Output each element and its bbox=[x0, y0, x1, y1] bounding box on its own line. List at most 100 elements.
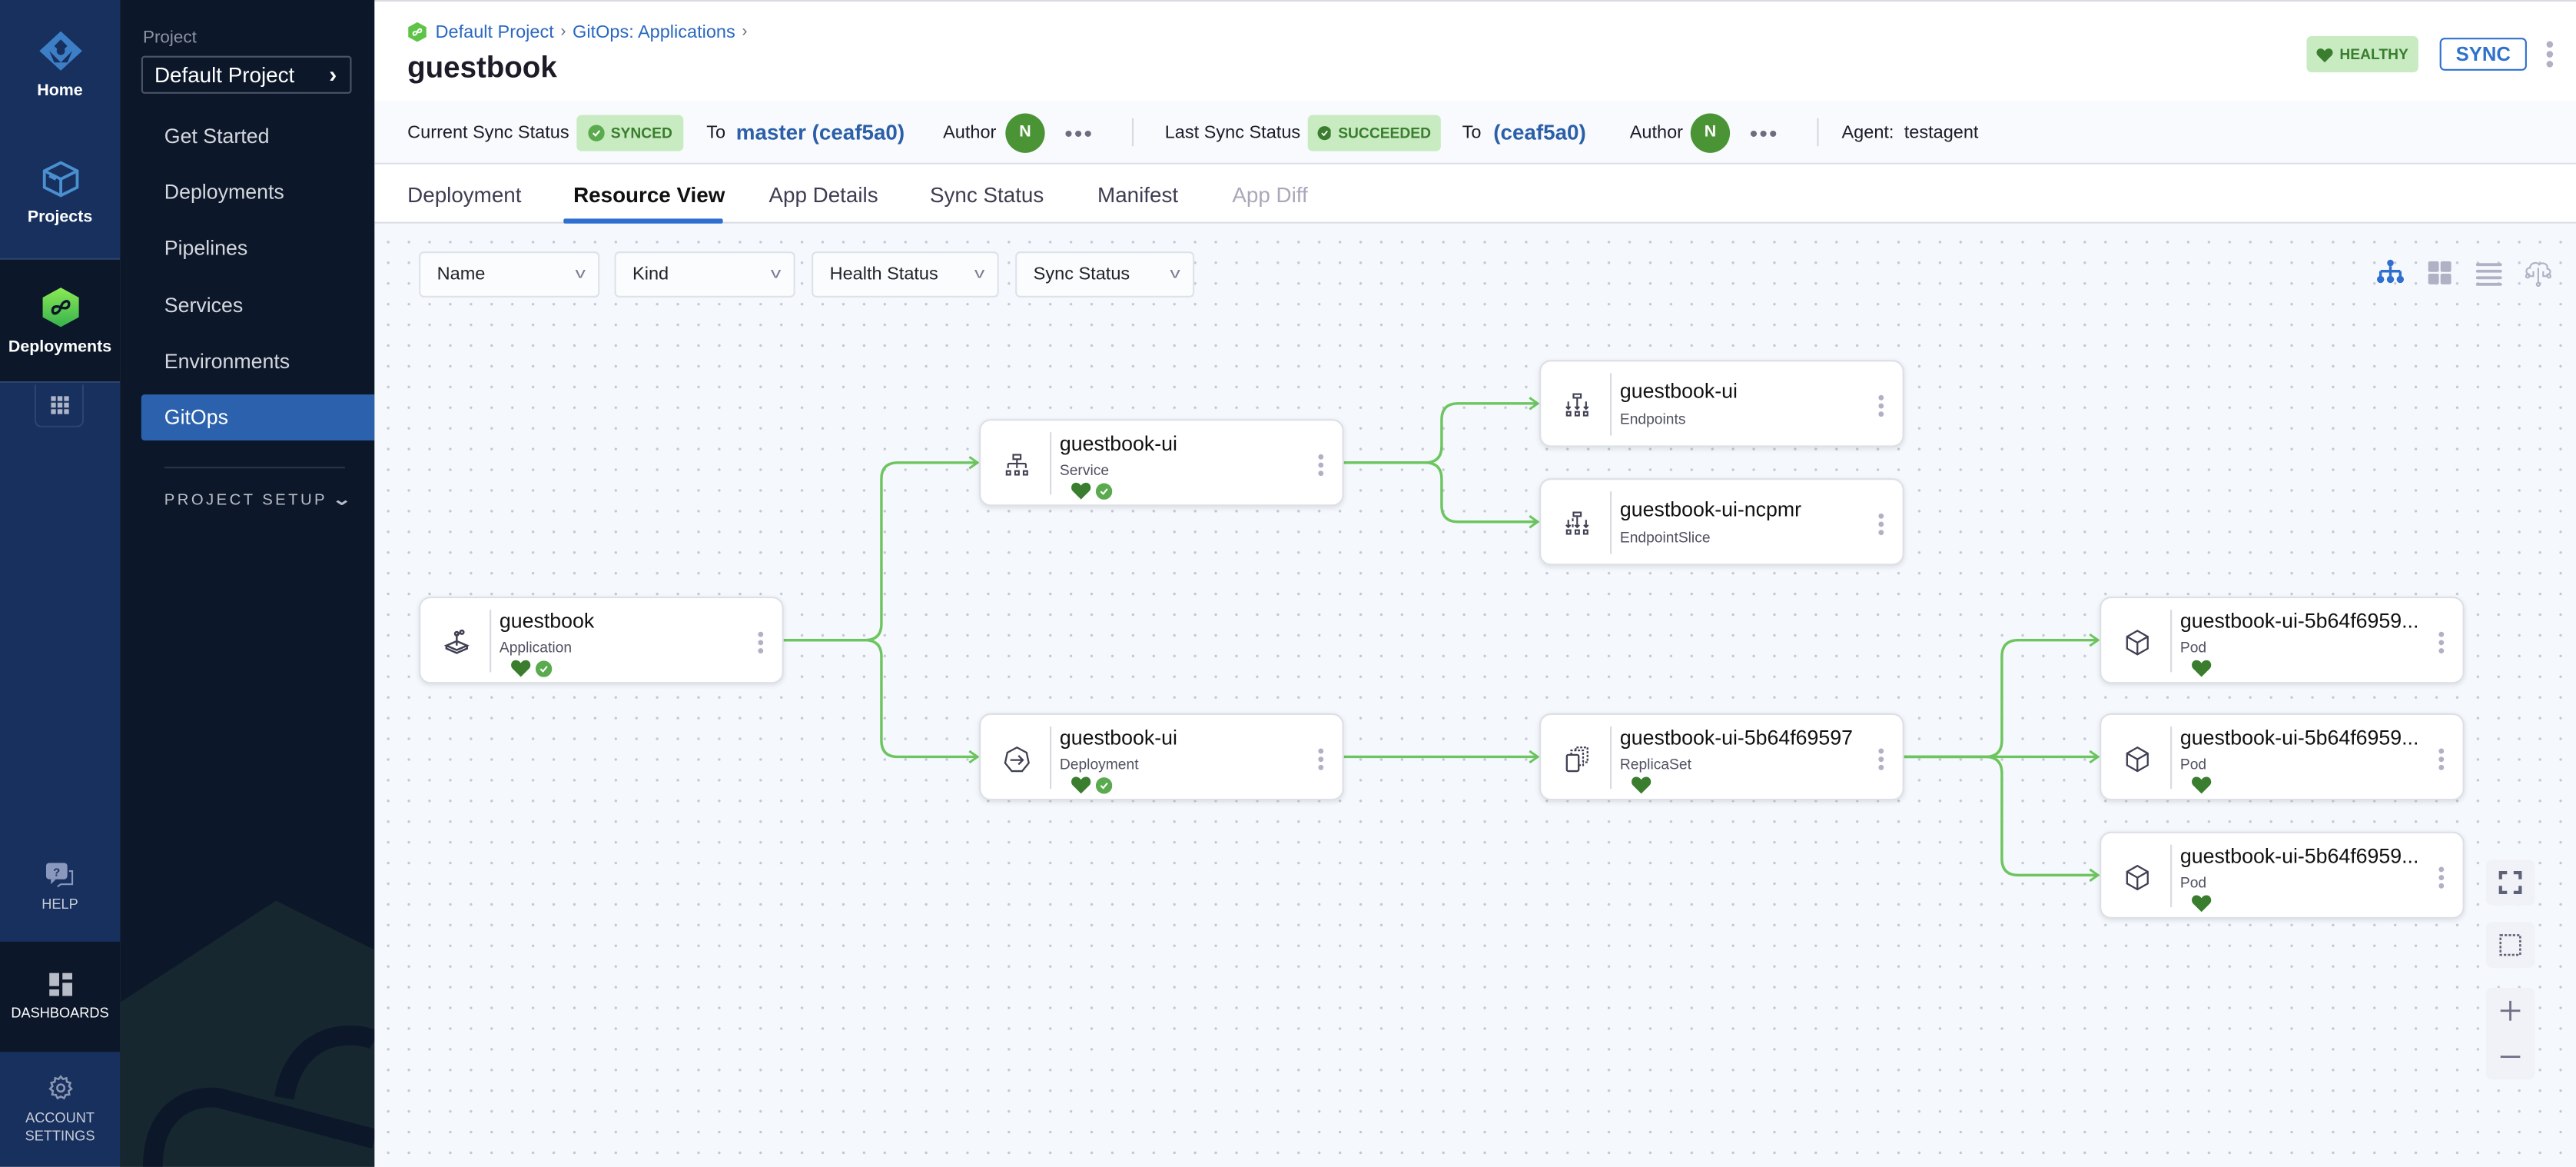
sidebar-item-get-started[interactable]: Get Started bbox=[141, 114, 375, 160]
node-menu-icon[interactable] bbox=[755, 630, 765, 656]
service-icon bbox=[994, 421, 1038, 507]
rail-home-label: Home bbox=[37, 81, 83, 100]
rail-dashboards[interactable]: DASHBOARDS bbox=[0, 941, 121, 1052]
filter-name[interactable]: Name v bbox=[419, 251, 600, 298]
node-kind: Application bbox=[499, 639, 573, 656]
more-dots-icon[interactable]: ••• bbox=[1750, 100, 1779, 164]
deployments-module-icon bbox=[41, 287, 78, 327]
sidebar-item-environments[interactable]: Environments bbox=[141, 338, 375, 384]
sidebar-item-pipelines[interactable]: Pipelines bbox=[141, 225, 375, 271]
node-menu-icon[interactable] bbox=[2436, 630, 2446, 656]
breadcrumb-gitops-applications[interactable]: GitOps: Applications bbox=[573, 22, 735, 42]
edge-app-svc bbox=[783, 461, 978, 642]
node-divider bbox=[1050, 726, 1052, 790]
last-revision-link[interactable]: (ceaf5a0) bbox=[1493, 100, 1586, 164]
rail-account-settings[interactable]: ACCOUNT SETTINGS bbox=[0, 1052, 120, 1167]
resource-node-pod[interactable]: guestbook-ui-5b64f6959... Pod bbox=[2100, 831, 2465, 920]
resource-node-pod[interactable]: guestbook-ui-5b64f6959... Pod bbox=[2100, 713, 2465, 801]
pod-icon bbox=[2114, 598, 2159, 685]
rail-projects[interactable]: Projects bbox=[0, 128, 120, 257]
heart-icon bbox=[2316, 47, 2333, 62]
endpointslice-icon bbox=[1554, 480, 1598, 567]
filter-health-status[interactable]: Health Status v bbox=[812, 251, 999, 298]
filter-sync-status[interactable]: Sync Status v bbox=[1015, 251, 1195, 298]
breadcrumb-default-project[interactable]: Default Project bbox=[436, 22, 554, 42]
author-label: Author bbox=[943, 122, 997, 142]
node-menu-icon[interactable] bbox=[2436, 864, 2446, 890]
resource-node-replicaset[interactable]: guestbook-ui-5b64f69597 ReplicaSet bbox=[1539, 713, 1904, 802]
sidebar-item-label: GitOps bbox=[164, 406, 228, 429]
last-sync-status: SUCCEEDED bbox=[1307, 100, 1441, 164]
resource-node-pod[interactable]: guestbook-ui-5b64f6959... Pod bbox=[2100, 597, 2465, 685]
resource-node-deployment[interactable]: guestbook-ui Deployment bbox=[979, 713, 1344, 801]
sidebar-item-services[interactable]: Services bbox=[141, 283, 375, 329]
network-view-icon[interactable] bbox=[2524, 258, 2553, 288]
rail-help[interactable]: ? HELP bbox=[0, 835, 120, 942]
resource-node-application[interactable]: guestbook Application bbox=[419, 597, 784, 684]
succeeded-text: SUCCEEDED bbox=[1338, 124, 1432, 141]
resource-node-endpoints[interactable]: guestbook-ui Endpoints bbox=[1539, 360, 1904, 447]
tab-sync-status[interactable]: Sync Status bbox=[930, 165, 1044, 224]
select-area-button[interactable] bbox=[2485, 922, 2535, 969]
health-status-badge: HEALTHY bbox=[2306, 36, 2418, 73]
node-name: guestbook-ui bbox=[1059, 432, 1177, 456]
sidebar-item-deployments[interactable]: Deployments bbox=[141, 169, 375, 215]
tab-manifest[interactable]: Manifest bbox=[1097, 165, 1178, 224]
list-view-icon[interactable] bbox=[2475, 258, 2504, 288]
more-dots-icon[interactable]: ••• bbox=[1064, 100, 1094, 164]
rail-deployments[interactable]: Deployments bbox=[0, 258, 121, 384]
check-circle-icon bbox=[587, 124, 605, 141]
project-label: Project bbox=[142, 28, 197, 48]
node-menu-icon[interactable] bbox=[1316, 746, 1326, 773]
node-kind: Deployment bbox=[1059, 756, 1139, 773]
resource-graph-canvas[interactable]: Name v Kind v Health Status v Sync Status v … bbox=[374, 224, 2576, 1167]
edge-rs-pod1 bbox=[1904, 638, 2098, 759]
more-options-icon[interactable] bbox=[2543, 38, 2556, 71]
fullscreen-icon bbox=[2498, 871, 2522, 894]
fit-to-screen-button[interactable] bbox=[2485, 859, 2535, 906]
tree-view-icon[interactable] bbox=[2375, 258, 2405, 288]
tab-bar: Deployment Resource View App Details Syn… bbox=[374, 164, 2576, 224]
node-kind: ReplicaSet bbox=[1619, 756, 1691, 773]
to-label: To bbox=[1462, 122, 1482, 142]
rail-home[interactable]: Home bbox=[0, 0, 120, 128]
node-name: guestbook-ui-5b64f6959... bbox=[2179, 610, 2419, 633]
grid-view-icon[interactable] bbox=[2425, 258, 2454, 288]
chevron-down-icon: v bbox=[574, 264, 585, 281]
chevron-down-icon: v bbox=[769, 264, 781, 281]
filter-kind[interactable]: Kind v bbox=[614, 251, 795, 298]
current-sync-status: SYNCED bbox=[576, 100, 684, 164]
more-modules-button[interactable] bbox=[34, 384, 85, 427]
node-status-badges bbox=[2192, 776, 2212, 794]
page-header: Default Project › GitOps: Applications ›… bbox=[374, 2, 2576, 101]
author-avatar[interactable]: N bbox=[1005, 100, 1045, 164]
project-selector[interactable]: Default Project › bbox=[141, 55, 352, 94]
graph-edges bbox=[783, 397, 2100, 883]
check-circle-icon bbox=[1317, 125, 1332, 140]
active-tab-indicator bbox=[563, 218, 723, 224]
node-menu-icon[interactable] bbox=[1876, 746, 1886, 773]
sidebar-item-gitops[interactable]: GitOps bbox=[141, 394, 375, 441]
pod-icon bbox=[2114, 833, 2159, 920]
replicaset-icon bbox=[1554, 715, 1598, 802]
author-avatar[interactable]: N bbox=[1690, 100, 1731, 164]
tab-app-details[interactable]: App Details bbox=[768, 165, 878, 224]
current-revision-link[interactable]: master (ceaf5a0) bbox=[736, 100, 905, 164]
resource-node-endpointslice[interactable]: guestbook-ui-ncpmr EndpointSlice bbox=[1539, 478, 1904, 567]
node-menu-icon[interactable] bbox=[1316, 452, 1326, 478]
chevron-down-icon: v bbox=[973, 264, 984, 281]
breadcrumb-separator-icon: › bbox=[742, 22, 748, 42]
health-status-text: HEALTHY bbox=[2339, 45, 2408, 63]
resource-node-service[interactable]: guestbook-ui Service bbox=[979, 419, 1344, 507]
node-menu-icon[interactable] bbox=[1876, 511, 1886, 537]
to-label: To bbox=[706, 122, 726, 142]
node-menu-icon[interactable] bbox=[1876, 393, 1886, 419]
zoom-in-icon[interactable] bbox=[2499, 999, 2522, 1022]
node-name: guestbook-ui bbox=[1619, 379, 1738, 403]
zoom-out-icon[interactable] bbox=[2499, 1046, 2522, 1069]
tab-deployment[interactable]: Deployment bbox=[407, 165, 521, 224]
tab-resource-view[interactable]: Resource View bbox=[573, 165, 725, 224]
node-menu-icon[interactable] bbox=[2436, 746, 2446, 773]
sync-button[interactable]: SYNC bbox=[2439, 38, 2527, 71]
project-setup-toggle[interactable]: PROJECT SETUP ⌄ bbox=[164, 491, 352, 510]
